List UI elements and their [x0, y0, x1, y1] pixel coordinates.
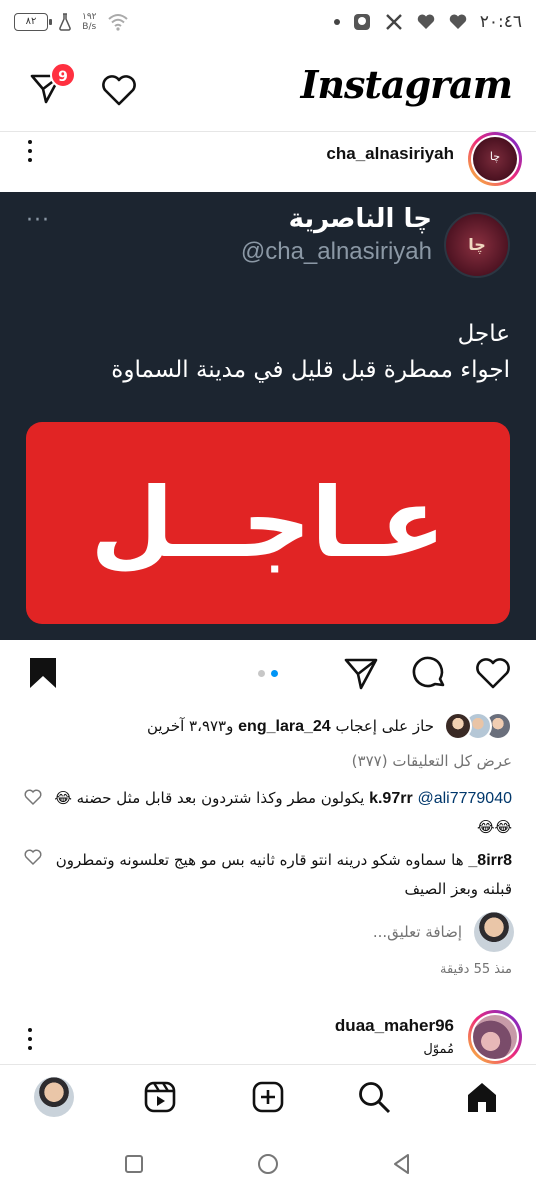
likes-prefix: حاز على إعجاب	[335, 716, 434, 735]
comment-icon[interactable]	[410, 654, 448, 692]
notification-dot-icon	[333, 19, 340, 25]
comment-item: 8irr8_ ها سماوه شكو درينه انتو قاره ثاني…	[42, 846, 512, 903]
wifi-icon	[107, 14, 128, 31]
share-icon[interactable]	[342, 654, 380, 692]
post-username[interactable]: cha_alnasiriyah	[326, 144, 454, 164]
app-notification-icon	[353, 14, 370, 30]
add-comment-row[interactable]: إضافة تعليق...	[373, 910, 514, 954]
likes-summary[interactable]: حاز على إعجاب eng_lara_24 و٣،٩٧٣ آخرين	[147, 708, 512, 744]
comment-like-icon[interactable]	[24, 848, 42, 866]
liker-avatars	[444, 712, 512, 740]
status-bar: ٨٢ ١٩٢ B/s ٢٠:٤٦	[0, 0, 536, 48]
recent-apps-icon[interactable]	[122, 1152, 146, 1176]
clock: ٢٠:٤٦	[479, 12, 522, 32]
post-actions	[0, 648, 536, 704]
home-icon[interactable]	[464, 1079, 500, 1115]
home-system-icon[interactable]	[256, 1152, 280, 1176]
post-image[interactable]: ··· چا چا الناصرية @cha_alnasiriyah عاجل…	[0, 192, 536, 640]
flask-icon	[59, 13, 71, 31]
heart-notification-icon-2	[449, 14, 466, 29]
comment-mention[interactable]: @ali7779040	[417, 790, 512, 807]
comment-like-icon[interactable]	[24, 788, 42, 806]
create-post-icon[interactable]	[250, 1079, 286, 1115]
x-icon	[385, 14, 402, 30]
tweet-more-icon: ···	[26, 208, 50, 233]
profile-tab-avatar[interactable]	[34, 1077, 74, 1117]
likes-user[interactable]: eng_lara_24	[238, 718, 331, 735]
more-options-icon[interactable]	[26, 140, 34, 166]
bottom-navigation	[0, 1064, 536, 1130]
comment-item: k.97rr @ali7779040 يكولون مطر وكذا شتردو…	[42, 784, 512, 841]
tweet-handle: @cha_alnasiriyah	[240, 238, 432, 265]
view-all-comments-link[interactable]: عرض كل التعليقات (٣٧٧)	[352, 752, 512, 770]
next-post-avatar[interactable]	[468, 1010, 522, 1064]
app-header: 9 Instagram	[0, 48, 536, 132]
reels-icon[interactable]	[142, 1079, 178, 1115]
add-comment-input[interactable]: إضافة تعليق...	[373, 923, 462, 941]
like-heart-icon[interactable]	[474, 654, 512, 692]
comment-username[interactable]: 8irr8_	[468, 852, 512, 869]
save-bookmark-icon[interactable]	[24, 654, 62, 692]
post-avatar[interactable]: چا	[468, 132, 522, 186]
urgent-banner: عـاجــل	[26, 422, 510, 624]
more-options-icon[interactable]	[26, 1028, 34, 1054]
system-navigation-bar	[0, 1130, 536, 1200]
instagram-logo[interactable]: Instagram	[301, 62, 513, 107]
post-header: cha_alnasiriyah چا	[0, 132, 536, 190]
back-icon[interactable]	[390, 1152, 414, 1176]
next-post-username[interactable]: duaa_maher96	[335, 1016, 454, 1036]
tweet-avatar: چا	[444, 212, 510, 278]
tweet-display-name: چا الناصرية	[288, 204, 432, 234]
likes-suffix: و٣،٩٧٣ آخرين	[146, 716, 234, 735]
avatar	[474, 912, 514, 952]
network-speed: ١٩٢ B/s	[82, 12, 97, 32]
sponsored-label: مُموّل	[423, 1042, 454, 1057]
next-post-header: duaa_maher96 مُموّل	[0, 1010, 536, 1066]
battery-indicator: ٨٢	[14, 13, 52, 31]
notifications-heart-icon[interactable]	[100, 72, 138, 108]
avatar	[444, 712, 472, 740]
search-icon[interactable]	[356, 1079, 392, 1115]
comment-text: ها سماوه شكو درينه انتو قاره ثانيه بس مو…	[55, 851, 512, 898]
comment-username[interactable]: k.97rr	[369, 790, 413, 807]
carousel-indicator	[258, 670, 278, 677]
post-timestamp: منذ 55 دقيقة	[440, 962, 512, 977]
tweet-text: عاجل اجواء ممطرة قبل قليل في مدينة السما…	[111, 321, 510, 383]
heart-notification-icon	[417, 14, 434, 29]
messages-badge: 9	[50, 62, 76, 88]
